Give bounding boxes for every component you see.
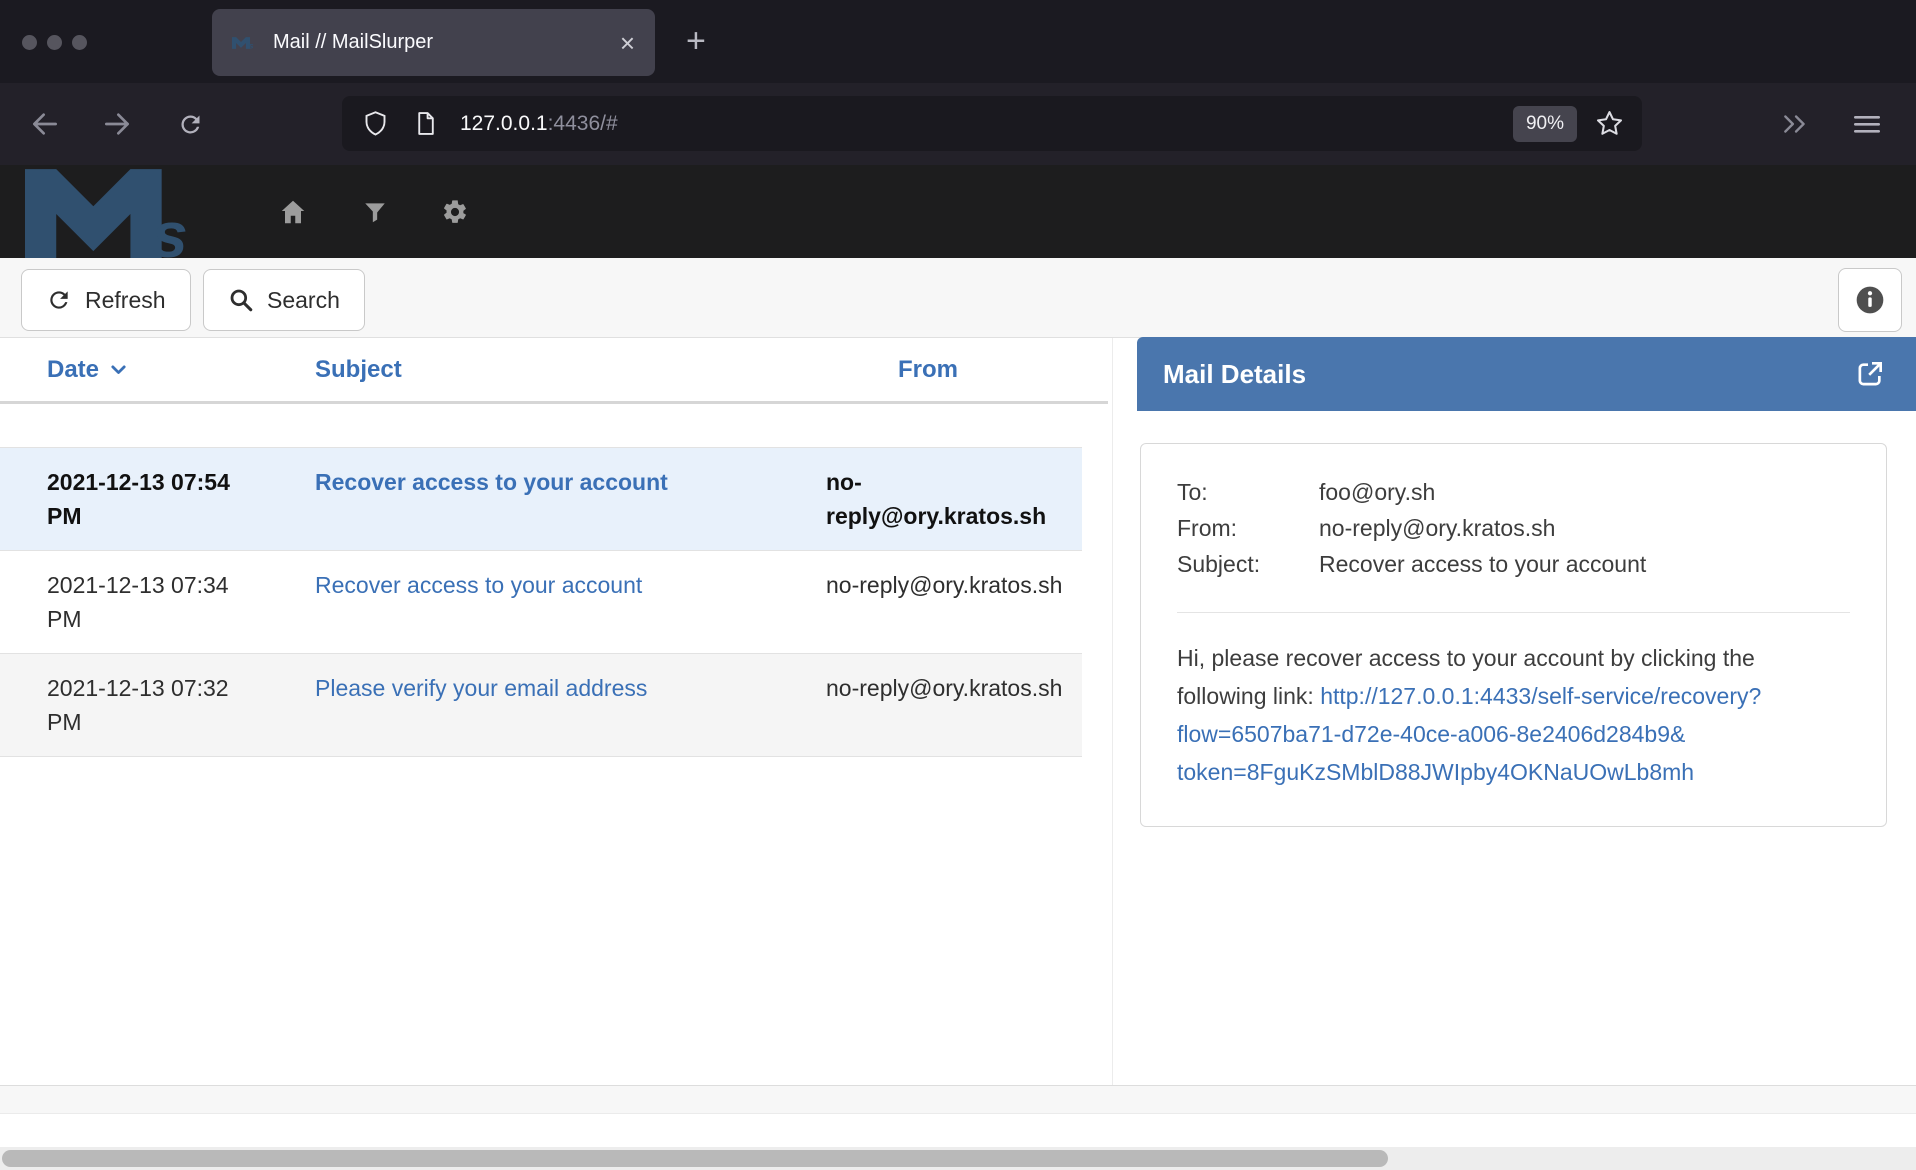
mail-row[interactable]: 2021-12-13 07:32 PMPlease verify your em…: [0, 654, 1082, 757]
browser-tab[interactable]: s Mail // MailSlurper ×: [212, 9, 655, 76]
page-info-icon[interactable]: [413, 110, 438, 137]
shield-icon[interactable]: [362, 110, 389, 137]
settings-gear-icon[interactable]: [432, 165, 478, 258]
bookmark-star-icon[interactable]: [1595, 109, 1624, 138]
main-content: Date Subject From 2021-12-13 07:54 PMRec…: [0, 338, 1916, 1085]
footer-strip-white: [0, 1113, 1916, 1147]
search-button-label: Search: [267, 287, 340, 314]
mail-details-card: To: foo@ory.sh From: no-reply@ory.kratos…: [1140, 443, 1887, 827]
mail-details-header: Mail Details: [1137, 337, 1916, 411]
horizontal-scrollbar[interactable]: [0, 1147, 1916, 1170]
overflow-chevrons-icon[interactable]: [1768, 83, 1822, 165]
column-header-date[interactable]: Date: [0, 356, 315, 384]
browser-navbar: 127.0.0.1:4436/# 90%: [0, 83, 1916, 165]
tab-title: Mail // MailSlurper: [273, 31, 433, 54]
subject-value: Recover access to your account: [1319, 546, 1646, 582]
tab-close-icon[interactable]: ×: [620, 30, 635, 56]
column-header-subject[interactable]: Subject: [315, 356, 826, 384]
search-icon: [228, 287, 254, 313]
url-text[interactable]: 127.0.0.1:4436/#: [460, 112, 618, 136]
column-header-from[interactable]: From: [826, 356, 1108, 384]
browser-tab-strip: s Mail // MailSlurper × +: [0, 0, 1916, 83]
mailslurper-window: s Mail // MailSlurper × + 127.0.0.1:4436…: [0, 0, 1916, 1170]
mail-row-subject: Recover access to your account: [315, 465, 826, 533]
card-divider: [1177, 612, 1850, 613]
refresh-icon: [46, 287, 72, 313]
menu-hamburger-icon[interactable]: [1840, 83, 1894, 165]
forward-icon[interactable]: [90, 83, 144, 165]
svg-text:s: s: [152, 199, 188, 258]
back-icon[interactable]: [18, 83, 72, 165]
from-value: no-reply@ory.kratos.sh: [1319, 510, 1555, 546]
app-toolbar: Refresh Search: [0, 258, 1916, 338]
mail-row-from: no-reply@ory.kratos.sh: [826, 568, 1066, 636]
window-controls[interactable]: [22, 35, 87, 50]
new-tab-button[interactable]: +: [686, 22, 706, 61]
mail-row-from: no-reply@ory.kratos.sh: [826, 465, 1066, 533]
open-external-icon[interactable]: [1854, 358, 1886, 390]
zoom-level-badge[interactable]: 90%: [1513, 106, 1577, 142]
refresh-button-label: Refresh: [85, 287, 166, 314]
info-button[interactable]: [1838, 268, 1902, 332]
info-circle-icon: [1854, 284, 1886, 316]
svg-text:s: s: [249, 40, 254, 50]
mail-details-title: Mail Details: [1163, 359, 1306, 390]
footer-strip: [0, 1085, 1916, 1113]
tab-favicon-mailslurper-icon: s: [232, 33, 259, 53]
mail-row-subject-link[interactable]: Please verify your email address: [315, 675, 647, 701]
horizontal-scrollbar-thumb[interactable]: [2, 1150, 1388, 1167]
mail-body: Hi, please recover access to your accoun…: [1177, 639, 1850, 791]
mail-row[interactable]: 2021-12-13 07:54 PMRecover access to you…: [0, 448, 1082, 551]
refresh-button[interactable]: Refresh: [21, 269, 191, 331]
search-button[interactable]: Search: [203, 269, 365, 331]
mail-row-subject-link[interactable]: Recover access to your account: [315, 469, 668, 495]
to-value: foo@ory.sh: [1319, 474, 1435, 510]
mail-row-subject-link[interactable]: Recover access to your account: [315, 572, 642, 598]
panel-divider: [1112, 338, 1113, 1085]
mail-row-from: no-reply@ory.kratos.sh: [826, 671, 1066, 739]
home-icon[interactable]: [270, 165, 316, 258]
to-label: To:: [1177, 474, 1319, 510]
mail-row[interactable]: 2021-12-13 07:34 PMRecover access to you…: [0, 551, 1082, 654]
sort-chevron-down-icon: [108, 359, 129, 380]
mailslurper-logo: s: [25, 169, 230, 258]
app-header: s: [0, 165, 1916, 258]
reload-icon[interactable]: [163, 83, 217, 165]
mail-row-subject: Please verify your email address: [315, 671, 826, 739]
from-label: From:: [1177, 510, 1319, 546]
mail-list-rows: 2021-12-13 07:54 PMRecover access to you…: [0, 447, 1082, 757]
subject-label: Subject:: [1177, 546, 1319, 582]
mail-row-subject: Recover access to your account: [315, 568, 826, 636]
mail-list-header: Date Subject From: [0, 338, 1108, 404]
url-bar[interactable]: 127.0.0.1:4436/# 90%: [342, 96, 1642, 151]
mail-row-date: 2021-12-13 07:54 PM: [0, 465, 315, 533]
filter-funnel-icon[interactable]: [352, 165, 398, 258]
mail-row-date: 2021-12-13 07:32 PM: [0, 671, 315, 739]
mail-row-date: 2021-12-13 07:34 PM: [0, 568, 315, 636]
